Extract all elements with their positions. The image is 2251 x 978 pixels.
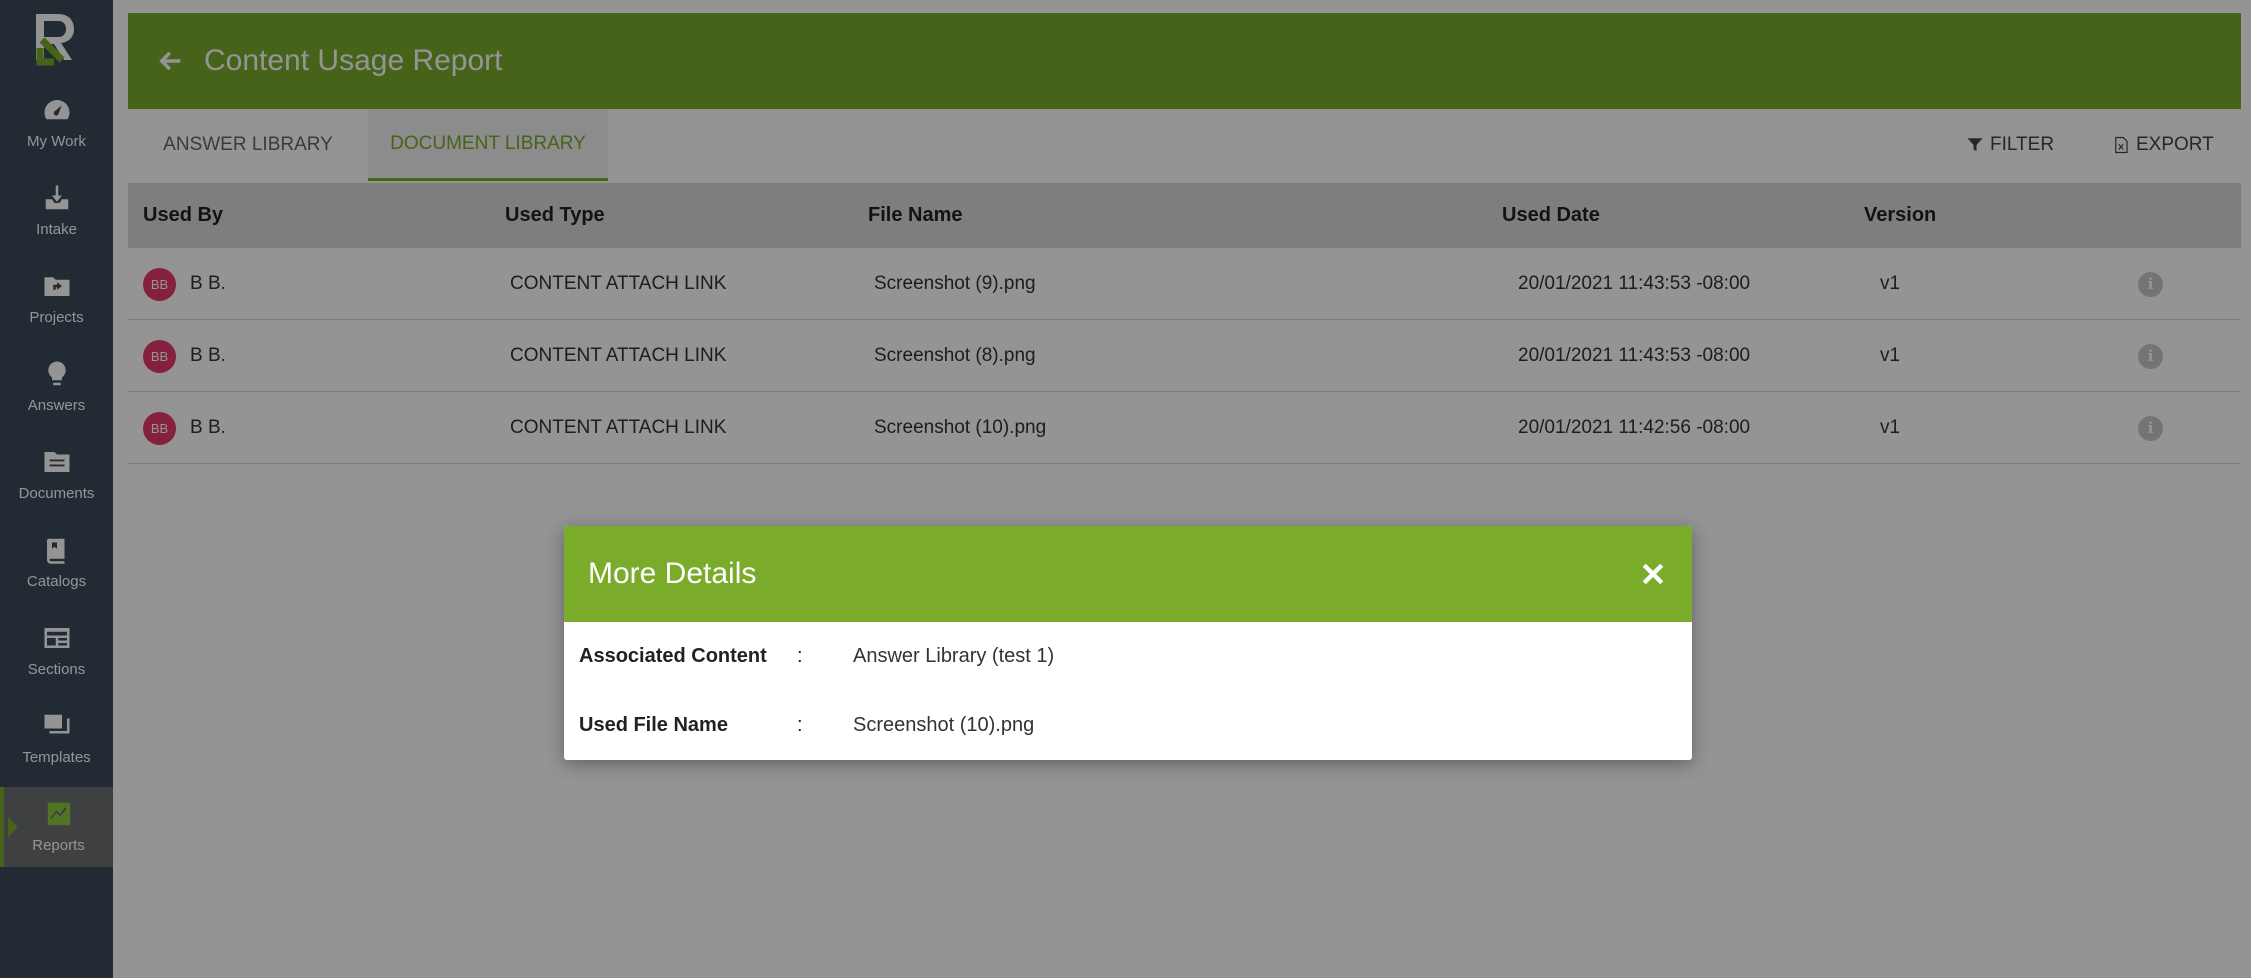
detail-label: Associated Content xyxy=(579,645,767,667)
modal-backdrop[interactable] xyxy=(0,0,2251,978)
detail-separator: : xyxy=(797,714,803,736)
dialog-header: More Details xyxy=(564,526,1692,622)
detail-value: Screenshot (10).png xyxy=(853,714,1035,736)
detail-row-used-file-name: Used File Name : Screenshot (10).png xyxy=(564,691,1692,760)
detail-value: Answer Library (test 1) xyxy=(853,645,1055,667)
detail-label: Used File Name xyxy=(579,714,728,736)
more-details-dialog: More Details Associated Content : Answer… xyxy=(564,526,1692,760)
detail-row-associated-content: Associated Content : Answer Library (tes… xyxy=(564,622,1692,691)
close-icon[interactable] xyxy=(1638,559,1668,589)
detail-separator: : xyxy=(797,645,803,667)
dialog-title: More Details xyxy=(588,557,757,590)
